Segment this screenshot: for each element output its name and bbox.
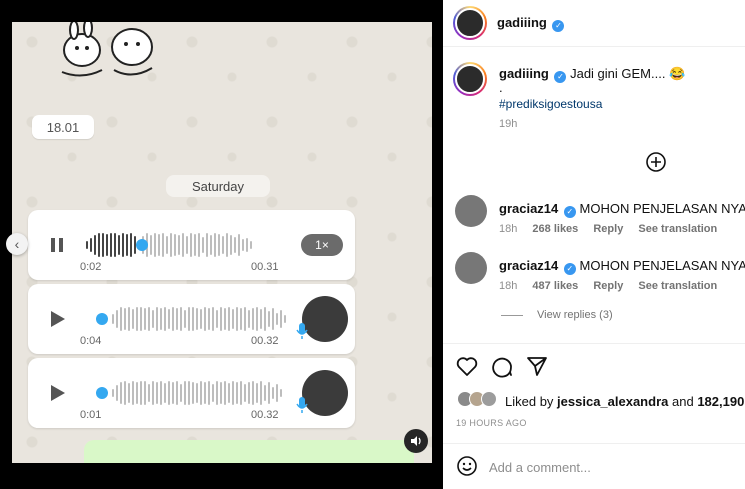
comment-meta: 18h 487 likes Reply See translation	[499, 280, 729, 292]
liked-by-and: and	[671, 394, 694, 409]
voice-note[interactable]: 0:01 00.32	[28, 358, 355, 428]
sender-avatar	[302, 296, 348, 342]
waveform[interactable]	[112, 306, 286, 332]
duration: 00.32	[251, 335, 279, 347]
speaker-icon	[411, 436, 421, 446]
verified-icon: ✓	[563, 263, 576, 275]
liked-by-others[interactable]: 182,190 others	[697, 394, 745, 409]
author-avatar[interactable]	[453, 6, 487, 40]
commenter-avatar[interactable]	[455, 195, 487, 227]
caption-text: Jadi gini GEM.... 😂	[570, 66, 686, 81]
post-details-panel: gadiiing ✓ gadiiing ✓ Jadi gini GEM.... …	[443, 0, 745, 489]
author-username[interactable]: gadiiing	[497, 15, 547, 30]
microphone-icon	[296, 397, 308, 413]
sender-avatar	[302, 370, 348, 416]
verified-icon: ✓	[554, 71, 567, 83]
audio-toggle-button[interactable]	[404, 429, 428, 453]
waveform[interactable]	[112, 380, 282, 406]
share-icon[interactable]	[525, 354, 549, 378]
caption-avatar[interactable]	[453, 62, 487, 96]
pause-icon[interactable]	[48, 236, 66, 254]
comment: graciaz14 ✓ MOHON PENJELASAN NYA PAK 🙏	[499, 258, 745, 275]
elapsed-time: 0:04	[80, 335, 102, 347]
add-circle-icon[interactable]	[645, 151, 667, 173]
liked-by: Liked by jessica_alexandra and 182,190 o…	[505, 394, 745, 409]
cartoon-sticker-icon	[61, 22, 153, 77]
post-timestamp: 19 HOURS AGO	[456, 418, 527, 428]
playback-progress-dot[interactable]	[136, 239, 148, 251]
waveform[interactable]	[86, 232, 252, 258]
comment: graciaz14 ✓ MOHON PENJELASAN NYA PAK 🙏	[499, 201, 745, 218]
comment-text: MOHON PENJELASAN NYA PAK 🙏	[579, 201, 745, 216]
playback-progress-dot[interactable]	[96, 387, 108, 399]
duration: 00.31	[251, 261, 279, 273]
see-translation-link[interactable]: See translation	[638, 223, 717, 235]
caption-dot: .	[499, 80, 503, 95]
divider	[443, 443, 745, 444]
comment-icon[interactable]	[490, 354, 514, 378]
verified-icon: ✓	[563, 206, 576, 218]
liker-avatar	[481, 391, 497, 407]
caption: gadiiing ✓ Jadi gini GEM.... 😂	[499, 66, 685, 83]
comment-text: MOHON PENJELASAN NYA PAK 🙏	[579, 258, 745, 273]
liked-by-prefix: Liked by	[505, 394, 554, 409]
playback-progress-dot[interactable]	[96, 313, 108, 325]
voice-note[interactable]: 0:02 00.31 1×	[28, 210, 355, 280]
voice-note[interactable]: 0:04 00.32	[28, 284, 355, 354]
bubble-tail	[36, 418, 46, 428]
timestamp-chip: 18.01	[32, 115, 94, 139]
verified-icon: ✓	[552, 20, 565, 32]
reply-button[interactable]: Reply	[593, 223, 623, 235]
caption-age: 19h	[499, 118, 518, 130]
microphone-icon	[296, 323, 308, 339]
play-icon[interactable]	[48, 384, 66, 402]
view-replies-button[interactable]: View replies (3)	[501, 309, 613, 321]
liked-by-user[interactable]: jessica_alexandra	[557, 394, 668, 409]
divider	[443, 343, 745, 344]
post-media: 18.01 Saturday 0:02 00.31 1× 0:04 00.32	[0, 0, 443, 489]
date-separator: Saturday	[166, 175, 270, 197]
outgoing-voice-note[interactable]	[84, 440, 414, 463]
emoji-icon[interactable]	[456, 455, 478, 477]
caption-hashtag[interactable]: #prediksigoestousa	[499, 97, 602, 111]
comment-age: 18h	[499, 223, 518, 235]
chat-screenshot: 18.01 Saturday 0:02 00.31 1× 0:04 00.32	[12, 22, 432, 463]
see-translation-link[interactable]: See translation	[638, 280, 717, 292]
elapsed-time: 0:01	[80, 409, 102, 421]
comment-input[interactable]: Add a comment...	[489, 460, 591, 475]
playback-speed-button[interactable]: 1×	[301, 234, 343, 256]
duration: 00.32	[251, 409, 279, 421]
commenter-avatar[interactable]	[455, 252, 487, 284]
play-icon[interactable]	[48, 310, 66, 328]
comment-username[interactable]: graciaz14	[499, 258, 558, 273]
comment-meta: 18h 268 likes Reply See translation	[499, 223, 729, 235]
heart-icon[interactable]	[455, 354, 479, 378]
caption-username[interactable]: gadiiing	[499, 66, 549, 81]
previous-slide-button[interactable]: ‹	[6, 233, 28, 255]
post-header: gadiiing ✓	[443, 0, 745, 47]
comment-username[interactable]: graciaz14	[499, 201, 558, 216]
elapsed-time: 0:02	[80, 261, 102, 273]
comment-likes[interactable]: 268 likes	[532, 223, 578, 235]
reply-button[interactable]: Reply	[593, 280, 623, 292]
comment-age: 18h	[499, 280, 518, 292]
comment-likes[interactable]: 487 likes	[532, 280, 578, 292]
